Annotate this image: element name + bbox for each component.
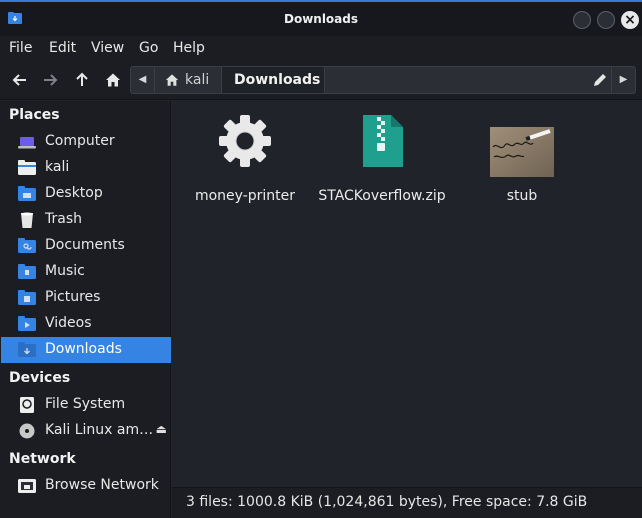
sidebar-item-kali[interactable]: kali (1, 155, 171, 181)
file-name: stub (506, 188, 538, 204)
home-icon (165, 74, 179, 86)
sidebar-section-devices: Devices (9, 370, 71, 386)
title-bar[interactable]: Downloads × (0, 0, 642, 36)
up-arrow-icon[interactable] (74, 72, 90, 88)
status-bar: 3 files: 1000.8 KiB (1,024,861 bytes), F… (172, 487, 642, 518)
network-icon (18, 479, 36, 493)
disc-icon (19, 423, 35, 439)
sidebar-item-label: Videos (45, 315, 92, 331)
status-text: 3 files: 1000.8 KiB (1,024,861 bytes), F… (186, 494, 588, 510)
sidebar: Places Computer kali Desktop Trash Docum… (0, 101, 171, 518)
sidebar-item-label: Music (45, 263, 85, 279)
close-button[interactable]: × (621, 11, 639, 29)
sidebar-item-computer[interactable]: Computer (1, 129, 171, 155)
drive-icon (20, 397, 34, 413)
menu-view[interactable]: View (91, 40, 124, 56)
home-folder-icon (18, 160, 36, 175)
trash-icon (21, 212, 33, 228)
desktop-folder-icon (18, 186, 36, 201)
music-folder-icon (18, 264, 36, 279)
sidebar-item-pictures[interactable]: Pictures (1, 285, 171, 311)
sidebar-item-documents[interactable]: Documents (1, 233, 171, 259)
sidebar-item-label: kali (45, 159, 70, 175)
file-view[interactable]: money-printer STACKoverflow.zip stub (172, 101, 642, 487)
sidebar-section-places: Places (9, 107, 60, 123)
sidebar-item-label: Documents (45, 237, 125, 253)
zip-archive-icon (363, 115, 403, 167)
menu-file[interactable]: File (9, 40, 32, 56)
file-name: STACKoverflow.zip (318, 188, 446, 204)
path-bar: ◀ kali Downloads ▶ (130, 66, 636, 94)
gear-icon (219, 115, 271, 167)
breadcrumb-current-label: Downloads (234, 72, 321, 88)
sidebar-item-label: File System (45, 396, 126, 412)
sidebar-item-label: Browse Network (45, 477, 159, 493)
window-title: Downloads (283, 12, 359, 26)
sidebar-item-videos[interactable]: Videos (1, 311, 171, 337)
forward-arrow-icon[interactable] (42, 72, 58, 88)
sidebar-item-label: Trash (45, 211, 82, 227)
pencil-icon[interactable] (591, 71, 609, 89)
menu-bar: File Edit View Go Help (0, 36, 642, 60)
sidebar-item-kali-linux[interactable]: Kali Linux am… ⏏ (1, 418, 171, 444)
menu-edit[interactable]: Edit (49, 40, 76, 56)
sidebar-item-label: Desktop (45, 185, 103, 201)
menu-help[interactable]: Help (173, 40, 205, 56)
close-icon: × (624, 12, 636, 28)
documents-folder-icon (18, 238, 36, 253)
videos-folder-icon (18, 316, 36, 331)
sidebar-item-label: Computer (45, 133, 115, 149)
file-name: money-printer (194, 188, 296, 204)
back-arrow-icon[interactable] (12, 72, 28, 88)
sidebar-item-music[interactable]: Music (1, 259, 171, 285)
image-thumbnail-icon (490, 127, 554, 177)
sidebar-item-file-system[interactable]: File System (1, 392, 171, 418)
sidebar-section-network: Network (9, 451, 76, 467)
menu-go[interactable]: Go (139, 40, 158, 56)
sidebar-item-label: Downloads (45, 341, 122, 357)
breadcrumb-current[interactable]: Downloads (221, 67, 325, 93)
pictures-folder-icon (18, 290, 36, 305)
sidebar-item-label: Pictures (45, 289, 101, 305)
home-icon[interactable] (105, 72, 121, 88)
computer-icon (18, 137, 36, 149)
sidebar-item-desktop[interactable]: Desktop (1, 181, 171, 207)
path-scroll-right-button[interactable]: ▶ (611, 67, 635, 93)
eject-icon[interactable]: ⏏ (156, 422, 167, 436)
sidebar-item-label: Kali Linux am… (45, 422, 154, 438)
sidebar-item-browse-network[interactable]: Browse Network (1, 473, 171, 499)
downloads-folder-icon (18, 342, 36, 357)
maximize-button[interactable] (597, 11, 615, 29)
sidebar-item-downloads[interactable]: Downloads (1, 337, 171, 363)
sidebar-item-trash[interactable]: Trash (1, 207, 171, 233)
breadcrumb-home-label: kali (185, 72, 210, 88)
path-scroll-left-button[interactable]: ◀ (131, 67, 155, 93)
minimize-button[interactable] (573, 11, 591, 29)
